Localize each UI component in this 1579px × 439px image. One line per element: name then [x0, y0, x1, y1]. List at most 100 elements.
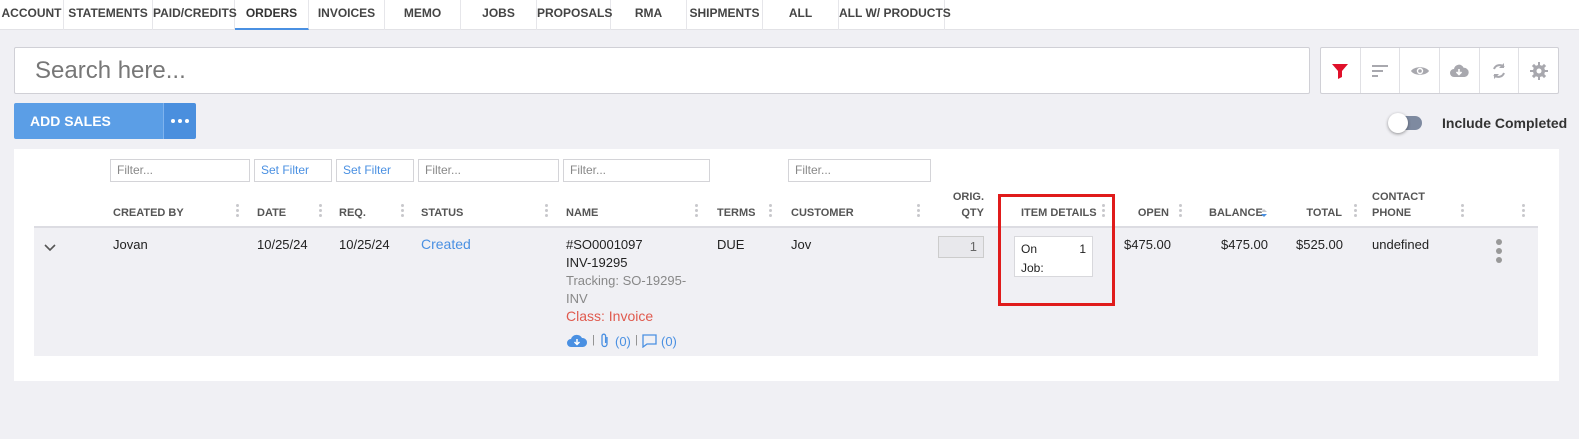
header-status[interactable]: STATUS — [421, 207, 463, 219]
customer-cell[interactable]: Jov — [791, 237, 811, 252]
tab-all[interactable]: ALL — [763, 0, 839, 30]
header-date[interactable]: DATE — [257, 207, 286, 219]
column-resize-handle[interactable] — [1461, 204, 1465, 220]
column-resize-handle[interactable] — [545, 204, 549, 220]
item-on-value: 1 — [1079, 242, 1086, 256]
orders-table: Filter... Set Filter Set Filter Filter..… — [14, 149, 1559, 381]
tab-rma[interactable]: RMA — [611, 0, 687, 30]
chevron-down-icon[interactable] — [44, 244, 56, 252]
sort-icon — [1372, 64, 1388, 77]
orig-qty-field[interactable]: 1 — [938, 236, 984, 258]
created-by-filter[interactable]: Filter... — [110, 159, 250, 182]
column-resize-handle[interactable] — [236, 204, 240, 220]
total-cell: $525.00 — [1296, 237, 1343, 252]
refresh-button[interactable] — [1480, 48, 1520, 93]
toolbar — [1320, 47, 1559, 94]
balance-cell: $475.00 — [1221, 237, 1268, 252]
req-cell: 10/25/24 — [339, 237, 390, 252]
settings-button[interactable] — [1519, 48, 1558, 93]
download-button[interactable] — [1440, 48, 1480, 93]
cloud-download-icon — [1450, 64, 1470, 77]
eye-icon — [1410, 66, 1429, 75]
header-terms[interactable]: TERMS — [717, 207, 756, 219]
separator: | — [592, 334, 595, 346]
attachment-count[interactable]: (0) — [615, 334, 631, 349]
header-open[interactable]: OPEN — [1124, 207, 1169, 219]
column-resize-handle[interactable] — [769, 204, 773, 220]
cloud-download-icon[interactable] — [566, 334, 588, 348]
search-input[interactable] — [15, 48, 1309, 93]
filter-button[interactable] — [1321, 48, 1361, 93]
dot — [178, 119, 182, 123]
tab-account[interactable]: ACCOUNT — [0, 0, 64, 30]
sync-icon — [1493, 62, 1505, 79]
column-resize-handle[interactable] — [1522, 204, 1526, 220]
open-cell: $475.00 — [1124, 237, 1171, 252]
more-options-button[interactable] — [163, 103, 196, 139]
column-resize-handle[interactable] — [319, 204, 323, 220]
view-button[interactable] — [1400, 48, 1441, 93]
status-filter[interactable]: Filter... — [418, 159, 559, 182]
created-by-cell: Jovan — [113, 237, 148, 252]
comment-count[interactable]: (0) — [661, 334, 677, 349]
comment-icon[interactable] — [642, 334, 657, 348]
header-customer[interactable]: CUSTOMER — [791, 207, 854, 219]
row-actions-menu-icon[interactable] — [1496, 239, 1502, 266]
tab-bar: ACCOUNT STATEMENTS PAID/CREDITS ORDERS I… — [0, 0, 1579, 30]
table-row[interactable]: Jovan 10/25/24 10/25/24 Created #SO00010… — [34, 228, 1538, 356]
toggle-knob — [1388, 113, 1408, 133]
paperclip-icon[interactable] — [600, 333, 610, 349]
separator: | — [635, 334, 638, 346]
invoice-number[interactable]: INV-19295 — [566, 255, 627, 270]
tracking-line-1: Tracking: SO-19295- — [566, 273, 687, 288]
terms-cell: DUE — [717, 237, 745, 252]
item-details-box: On 1 Job: — [1014, 236, 1093, 277]
sort-desc-icon — [1261, 209, 1267, 217]
header-total[interactable]: TOTAL — [1294, 207, 1342, 219]
header-qty[interactable]: QTY — [944, 207, 984, 219]
filter-icon — [1332, 63, 1349, 79]
column-resize-handle[interactable] — [1102, 204, 1106, 220]
column-resize-handle[interactable] — [917, 204, 921, 220]
header-created-by[interactable]: CREATED BY — [113, 207, 184, 219]
item-job-label: Job: — [1021, 261, 1044, 275]
contact-phone-cell: undefined — [1372, 237, 1430, 252]
tab-invoices[interactable]: INVOICES — [309, 0, 385, 30]
dot — [185, 119, 189, 123]
header-name[interactable]: NAME — [566, 207, 598, 219]
sort-button[interactable] — [1361, 48, 1401, 93]
date-cell: 10/25/24 — [257, 237, 308, 252]
customer-filter[interactable]: Filter... — [788, 159, 931, 182]
req-filter[interactable]: Set Filter — [336, 159, 414, 182]
header-balance[interactable]: BALANCE — [1209, 207, 1263, 219]
tab-all-with-products[interactable]: ALL W/ PRODUCTS — [839, 0, 951, 30]
item-on-label: On — [1021, 242, 1038, 256]
column-resize-handle[interactable] — [1354, 204, 1358, 220]
tab-paid-credits[interactable]: PAID/CREDITS — [153, 0, 237, 30]
header-phone[interactable]: PHONE — [1372, 207, 1411, 219]
add-sales-order-button[interactable]: ADD SALES ORDER — [14, 103, 163, 165]
header-contact[interactable]: CONTACT — [1372, 191, 1425, 203]
status-cell[interactable]: Created — [421, 236, 471, 252]
header-req[interactable]: REQ. — [339, 207, 366, 219]
tab-statements[interactable]: STATEMENTS — [64, 0, 153, 30]
class-label: Class: Invoice — [566, 308, 654, 324]
search-box — [14, 47, 1310, 94]
header-item-details[interactable]: ITEM DETAILS — [1021, 207, 1097, 219]
include-completed-toggle[interactable] — [1388, 112, 1424, 133]
tracking-line-2: INV — [566, 291, 588, 306]
column-resize-handle[interactable] — [1179, 204, 1183, 220]
column-resize-handle[interactable] — [695, 204, 699, 220]
column-resize-handle[interactable] — [401, 204, 405, 220]
name-filter[interactable]: Filter... — [563, 159, 710, 182]
header-orig[interactable]: ORIG. — [944, 191, 984, 203]
tab-memo[interactable]: MEMO — [385, 0, 461, 30]
date-filter[interactable]: Set Filter — [254, 159, 332, 182]
tab-jobs[interactable]: JOBS — [461, 0, 537, 30]
gear-icon — [1529, 61, 1548, 80]
tab-orders[interactable]: ORDERS — [235, 0, 309, 30]
tab-proposals[interactable]: PROPOSALS — [537, 0, 612, 30]
so-number[interactable]: #SO0001097 — [566, 237, 643, 252]
dot — [171, 119, 175, 123]
tab-shipments[interactable]: SHIPMENTS — [687, 0, 763, 30]
